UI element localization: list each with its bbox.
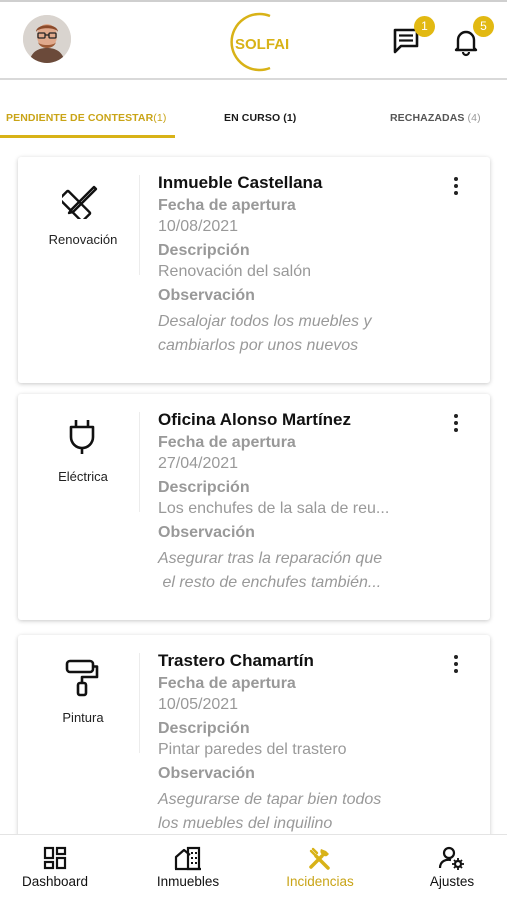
description-value: Renovación del salón xyxy=(158,263,311,280)
opening-date-value: 10/05/2021 xyxy=(158,696,239,713)
top-divider xyxy=(0,0,507,2)
tab-pending-count: (1) xyxy=(153,112,167,124)
top-bar: SOLFAI 1 5 xyxy=(0,0,507,80)
description-label: Descripción xyxy=(158,242,250,259)
bottom-navigation: Dashboard Inmuebles Incidencias Ajustes xyxy=(0,834,507,900)
incident-category-label: Renovación xyxy=(48,232,118,247)
tab-in-progress[interactable]: EN CURSO (1) xyxy=(224,112,296,124)
observation-value: Asegurarse de tapar bien todos los muebl… xyxy=(158,788,448,836)
messages-badge: 1 xyxy=(414,16,435,37)
incident-category-label: Eléctrica xyxy=(58,469,108,484)
opening-date-label: Fecha de apertura xyxy=(158,197,296,214)
ruler-pencil-icon xyxy=(62,185,98,219)
nav-dashboard[interactable]: Dashboard xyxy=(0,845,110,889)
tab-rejected-count: (4) xyxy=(467,112,481,124)
notifications-button[interactable]: 5 xyxy=(448,16,494,62)
tab-rejected[interactable]: RECHAZADAS (4) xyxy=(390,112,481,124)
observation-line-1: Asegurar tras la reparación que xyxy=(158,550,383,567)
nav-incidencias[interactable]: Incidencias xyxy=(265,845,375,889)
opening-date-label: Fecha de apertura xyxy=(158,675,296,692)
incident-title: Trastero Chamartín xyxy=(158,651,314,670)
description-value: Los enchufes de la sala de reu... xyxy=(158,500,390,517)
more-options-icon[interactable] xyxy=(446,414,466,438)
nav-inmuebles[interactable]: Inmuebles xyxy=(133,845,243,889)
card-divider xyxy=(139,412,140,512)
tab-pending[interactable]: PENDIENTE DE CONTESTAR(1) xyxy=(6,112,166,124)
observation-value: Desalojar todos los muebles y cambiarlos… xyxy=(158,310,448,358)
observation-line-1: Desalojar todos los muebles y xyxy=(158,313,372,330)
observation-label: Observación xyxy=(158,287,255,304)
incident-category: Eléctrica xyxy=(18,394,140,504)
paint-roller-icon xyxy=(65,659,99,697)
more-options-icon[interactable] xyxy=(446,655,466,679)
buildings-icon xyxy=(174,846,201,871)
observation-line-2: cambiarlos por unos nuevos xyxy=(158,337,359,354)
opening-date-label: Fecha de apertura xyxy=(158,434,296,451)
tools-icon xyxy=(309,847,330,870)
tab-rejected-label: RECHAZADAS xyxy=(390,112,465,124)
nav-ajustes[interactable]: Ajustes xyxy=(397,845,507,889)
observation-line-1: Asegurarse de tapar bien todos xyxy=(158,791,382,808)
incident-card[interactable]: Eléctrica Oficina Alonso Martínez Fecha … xyxy=(18,394,490,620)
plug-icon xyxy=(69,420,95,454)
incident-title: Oficina Alonso Martínez xyxy=(158,410,352,429)
observation-line-2: los muebles del inquilino xyxy=(158,815,333,832)
incident-card[interactable]: Pintura Trastero Chamartín Fecha de aper… xyxy=(18,635,490,861)
description-value: Pintar paredes del trastero xyxy=(158,741,347,758)
solfai-logo: SOLFAI xyxy=(226,12,296,72)
avatar[interactable] xyxy=(23,15,71,63)
tab-pending-label: PENDIENTE DE CONTESTAR xyxy=(6,112,154,124)
observation-line-2: el resto de enchufes también... xyxy=(158,574,382,591)
tab-in-progress-count: (1) xyxy=(283,112,297,124)
observation-label: Observación xyxy=(158,765,255,782)
tab-in-progress-label: EN CURSO xyxy=(224,112,281,124)
more-options-icon[interactable] xyxy=(446,177,466,201)
active-tab-indicator xyxy=(0,135,175,138)
description-label: Descripción xyxy=(158,479,250,496)
observation-value: Asegurar tras la reparación que el resto… xyxy=(158,547,448,595)
nav-ajustes-label: Ajustes xyxy=(429,874,475,889)
card-divider xyxy=(139,175,140,275)
nav-dashboard-label: Dashboard xyxy=(21,874,89,889)
opening-date-value: 27/04/2021 xyxy=(158,455,239,472)
incident-category: Renovación xyxy=(18,157,140,267)
opening-date-value: 10/08/2021 xyxy=(158,218,239,235)
description-label: Descripción xyxy=(158,720,250,737)
user-settings-icon xyxy=(438,846,464,870)
incident-title: Inmueble Castellana xyxy=(158,173,323,192)
nav-incidencias-label: Incidencias xyxy=(286,874,354,889)
logo-text: SOLFAI xyxy=(235,36,289,53)
observation-label: Observación xyxy=(158,524,255,541)
nav-inmuebles-label: Inmuebles xyxy=(156,874,220,889)
card-divider xyxy=(139,653,140,753)
incident-card[interactable]: Renovación Inmueble Castellana Fecha de … xyxy=(18,157,490,383)
status-tabs: PENDIENTE DE CONTESTAR(1) EN CURSO (1) R… xyxy=(0,100,507,140)
messages-button[interactable]: 1 xyxy=(389,16,435,62)
dashboard-icon xyxy=(43,846,67,870)
notifications-badge: 5 xyxy=(473,16,494,37)
incident-category: Pintura xyxy=(18,635,140,745)
incident-category-label: Pintura xyxy=(62,710,104,725)
